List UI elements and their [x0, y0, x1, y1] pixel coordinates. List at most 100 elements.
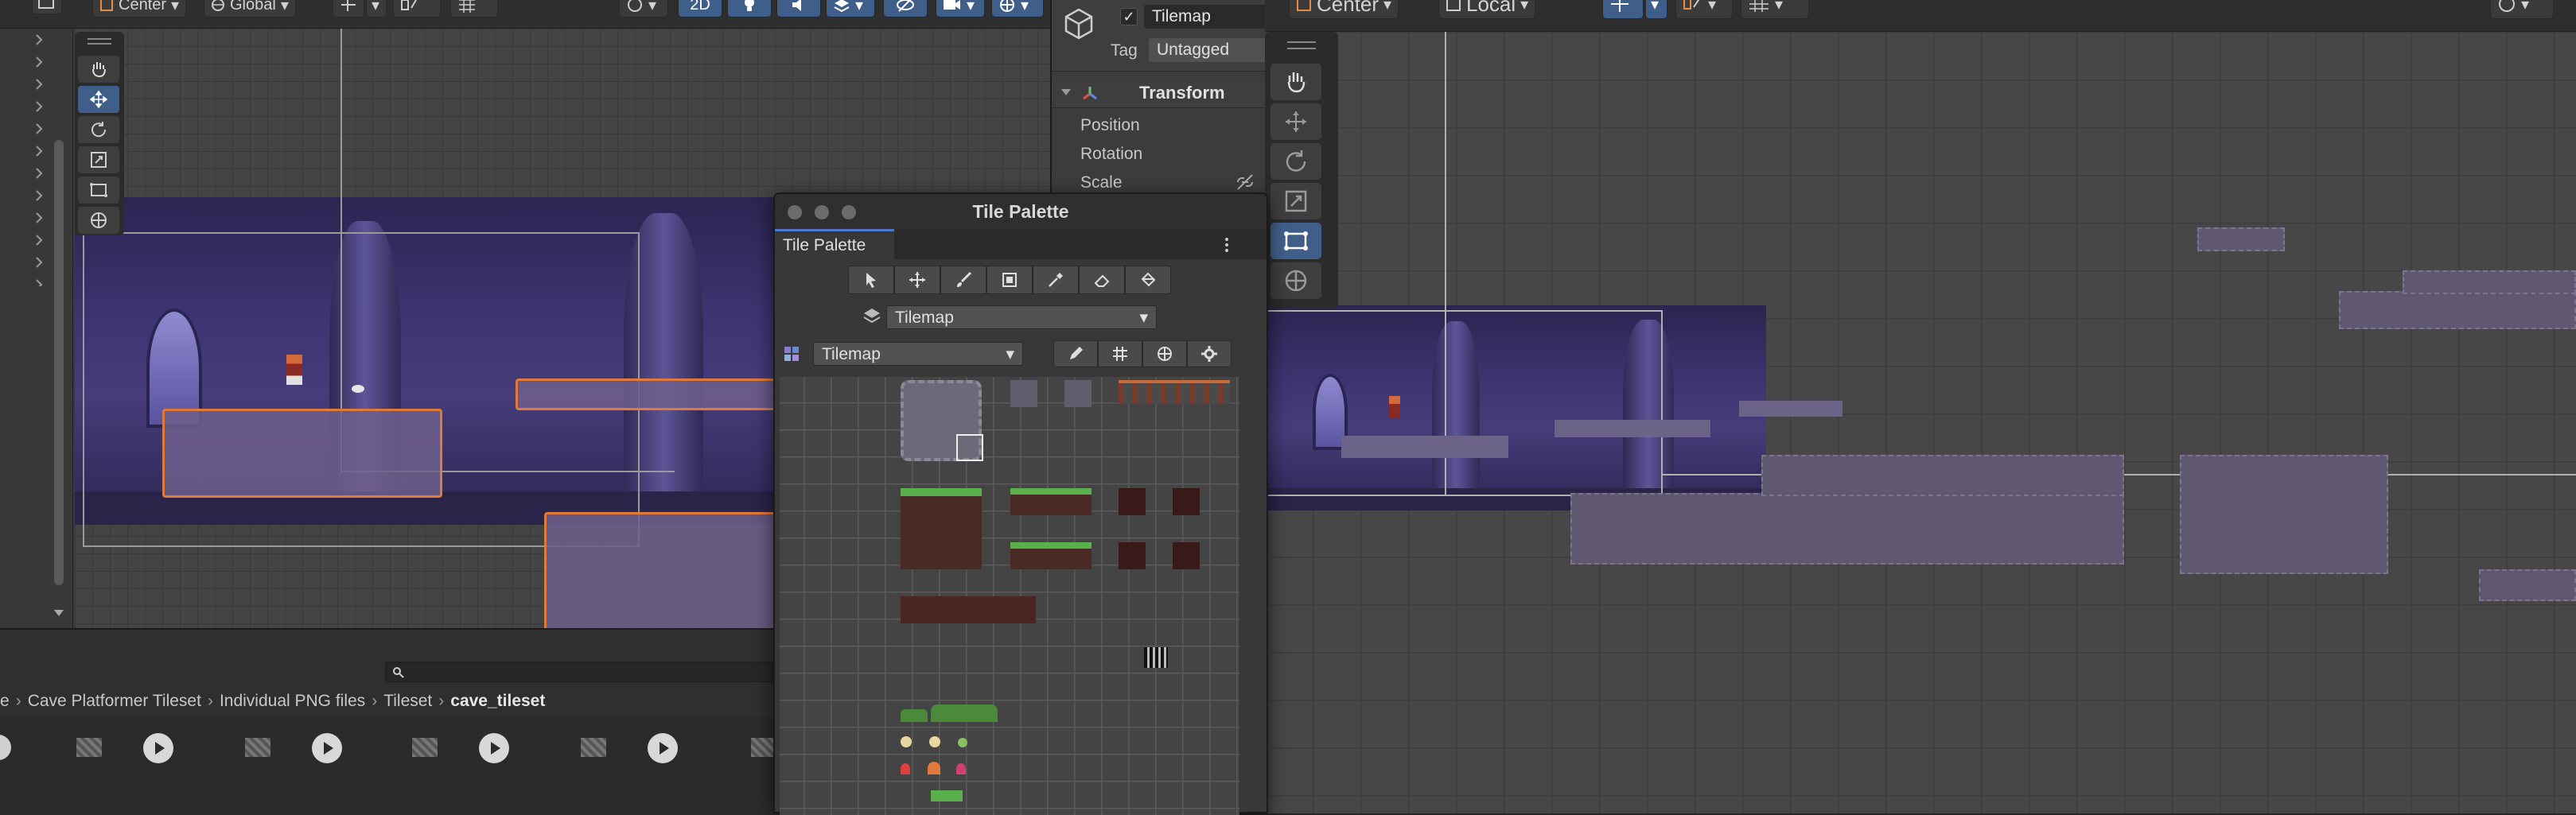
increment-snap-button[interactable]: ▾ [1675, 0, 1733, 19]
player-sprite[interactable] [286, 355, 302, 385]
rotate-tool-button[interactable] [1270, 143, 1321, 180]
tilemap-region[interactable] [1570, 493, 2124, 565]
pivot-mode-dropdown[interactable]: Center ▾ [1289, 0, 1399, 19]
hidden-objects-toggle[interactable] [883, 0, 928, 17]
pivot-mode-dropdown[interactable]: Center ▾ [92, 0, 187, 17]
pivot-space-dropdown[interactable]: Local ▾ [1438, 0, 1536, 19]
tile-grid-area[interactable] [780, 377, 1239, 815]
overlay-drag-handle[interactable] [1287, 41, 1316, 49]
move-tool-button[interactable] [78, 86, 119, 113]
move-tool-button[interactable] [1270, 103, 1321, 140]
window-titlebar[interactable]: Tile Palette [775, 194, 1267, 229]
grid-visibility-button[interactable] [450, 0, 498, 17]
edit-palette-button[interactable] [1053, 340, 1098, 367]
palette-dropdown[interactable]: Tilemap ▾ [813, 342, 1023, 366]
scroll-down-icon[interactable] [51, 607, 67, 619]
tile-swatch[interactable] [901, 736, 912, 747]
grid-snap-button[interactable] [333, 0, 364, 17]
tile-platform[interactable] [1739, 401, 1843, 417]
transform-tool-button[interactable] [78, 207, 119, 234]
box-fill-tool-button[interactable] [986, 266, 1033, 294]
more-options-icon[interactable] [1219, 235, 1235, 254]
play-icon[interactable] [648, 733, 678, 763]
asset-thumbnail[interactable] [245, 738, 270, 757]
tag-dropdown[interactable]: Untagged [1149, 38, 1276, 62]
tile-swatch[interactable] [1119, 542, 1146, 569]
rect-tool-button[interactable] [1270, 223, 1321, 259]
snap-dropdown[interactable]: ▾ [1645, 0, 1667, 19]
grid-snap-button[interactable] [1602, 0, 1644, 19]
tile-swatch[interactable] [1119, 380, 1230, 404]
tile-swatch[interactable] [901, 763, 910, 774]
eraser-tool-button[interactable] [1079, 266, 1125, 294]
tile-swatch[interactable] [1010, 542, 1091, 569]
gizmos-dropdown[interactable]: ▾ [991, 0, 1044, 17]
tab-tile-palette[interactable]: Tile Palette [775, 229, 894, 259]
menu-icon[interactable] [32, 0, 62, 14]
audio-toggle[interactable] [776, 0, 821, 17]
scale-tool-button[interactable] [78, 146, 119, 173]
hand-tool-button[interactable] [78, 56, 119, 83]
tilemap-region[interactable] [2180, 455, 2388, 574]
picker-tool-button[interactable] [1033, 266, 1079, 294]
active-checkbox[interactable]: ✓ [1120, 8, 1138, 25]
palette-settings-button[interactable] [1187, 340, 1232, 367]
project-search-bar[interactable] [385, 662, 780, 682]
play-icon[interactable] [479, 733, 509, 763]
pivot-space-dropdown[interactable]: Global ▾ [204, 0, 296, 17]
tile-swatch[interactable] [956, 763, 966, 774]
tile-swatch[interactable] [958, 738, 967, 747]
select-tool-button[interactable] [848, 266, 894, 294]
player-sprite[interactable] [1389, 396, 1400, 418]
lighting-toggle[interactable] [727, 0, 772, 17]
paint-brush-tool-button[interactable] [940, 266, 986, 294]
breadcrumb-item-current[interactable]: cave_tileset [450, 692, 545, 711]
tile-swatch[interactable] [901, 709, 928, 722]
transform-header[interactable]: Transform [1052, 78, 1267, 108]
camera-dropdown[interactable]: ▾ [936, 0, 985, 17]
asset-thumbnail[interactable] [412, 738, 438, 757]
tile-swatch[interactable] [1010, 488, 1091, 515]
tile-swatch[interactable] [901, 596, 1036, 623]
tile-swatch[interactable] [1010, 380, 1037, 407]
tilemap-region[interactable] [1761, 455, 2124, 496]
tile-swatch[interactable] [928, 762, 940, 774]
asset-thumbnail[interactable] [76, 738, 102, 757]
tile-swatch[interactable] [931, 704, 998, 722]
tile-swatch[interactable] [1144, 647, 1168, 668]
link-icon[interactable] [1235, 173, 1255, 191]
scale-tool-button[interactable] [1270, 183, 1321, 219]
grid-toggle-button[interactable] [1098, 340, 1142, 367]
enemy-sprite[interactable] [352, 385, 364, 393]
tilemap-region[interactable] [2197, 227, 2285, 251]
active-tilemap-dropdown[interactable]: Tilemap ▾ [886, 305, 1157, 329]
asset-thumbnail[interactable] [581, 738, 606, 757]
grid-visibility-button[interactable]: ▾ [1741, 0, 1809, 19]
flood-fill-tool-button[interactable] [1125, 266, 1171, 294]
object-name-field[interactable]: Tilemap [1144, 5, 1271, 29]
move-tile-tool-button[interactable] [894, 266, 940, 294]
right-scene-viewport[interactable] [1265, 32, 2576, 813]
snap-dropdown[interactable]: ▾ [366, 0, 387, 17]
tile-swatch[interactable] [1119, 488, 1146, 515]
hierarchy-scrollbar[interactable] [54, 140, 64, 585]
breadcrumb-item[interactable]: Tileset [383, 692, 432, 711]
play-icon[interactable] [312, 733, 342, 763]
play-icon[interactable] [143, 733, 173, 763]
tile-platform[interactable] [162, 409, 442, 498]
breadcrumb-item[interactable]: e [0, 692, 10, 711]
tile-swatch[interactable] [931, 790, 963, 801]
effects-toggle[interactable]: ▾ [826, 0, 875, 17]
asset-thumbnail[interactable] [0, 735, 11, 760]
increment-snap-button[interactable] [393, 0, 441, 17]
breadcrumb-item[interactable]: Cave Platformer Tileset [28, 692, 201, 711]
rect-tool-button[interactable] [78, 177, 119, 204]
tile-platform[interactable] [1555, 420, 1710, 437]
tilemap-region[interactable] [2339, 291, 2576, 329]
draw-mode-button[interactable]: ▾ [2490, 0, 2554, 19]
hand-tool-button[interactable] [1270, 64, 1321, 100]
overlay-drag-handle[interactable] [88, 38, 111, 45]
draw-mode-button[interactable]: ▾ [619, 0, 668, 17]
tilemap-region[interactable] [2479, 569, 2576, 601]
toggle-2d-button[interactable]: 2D [678, 0, 722, 17]
